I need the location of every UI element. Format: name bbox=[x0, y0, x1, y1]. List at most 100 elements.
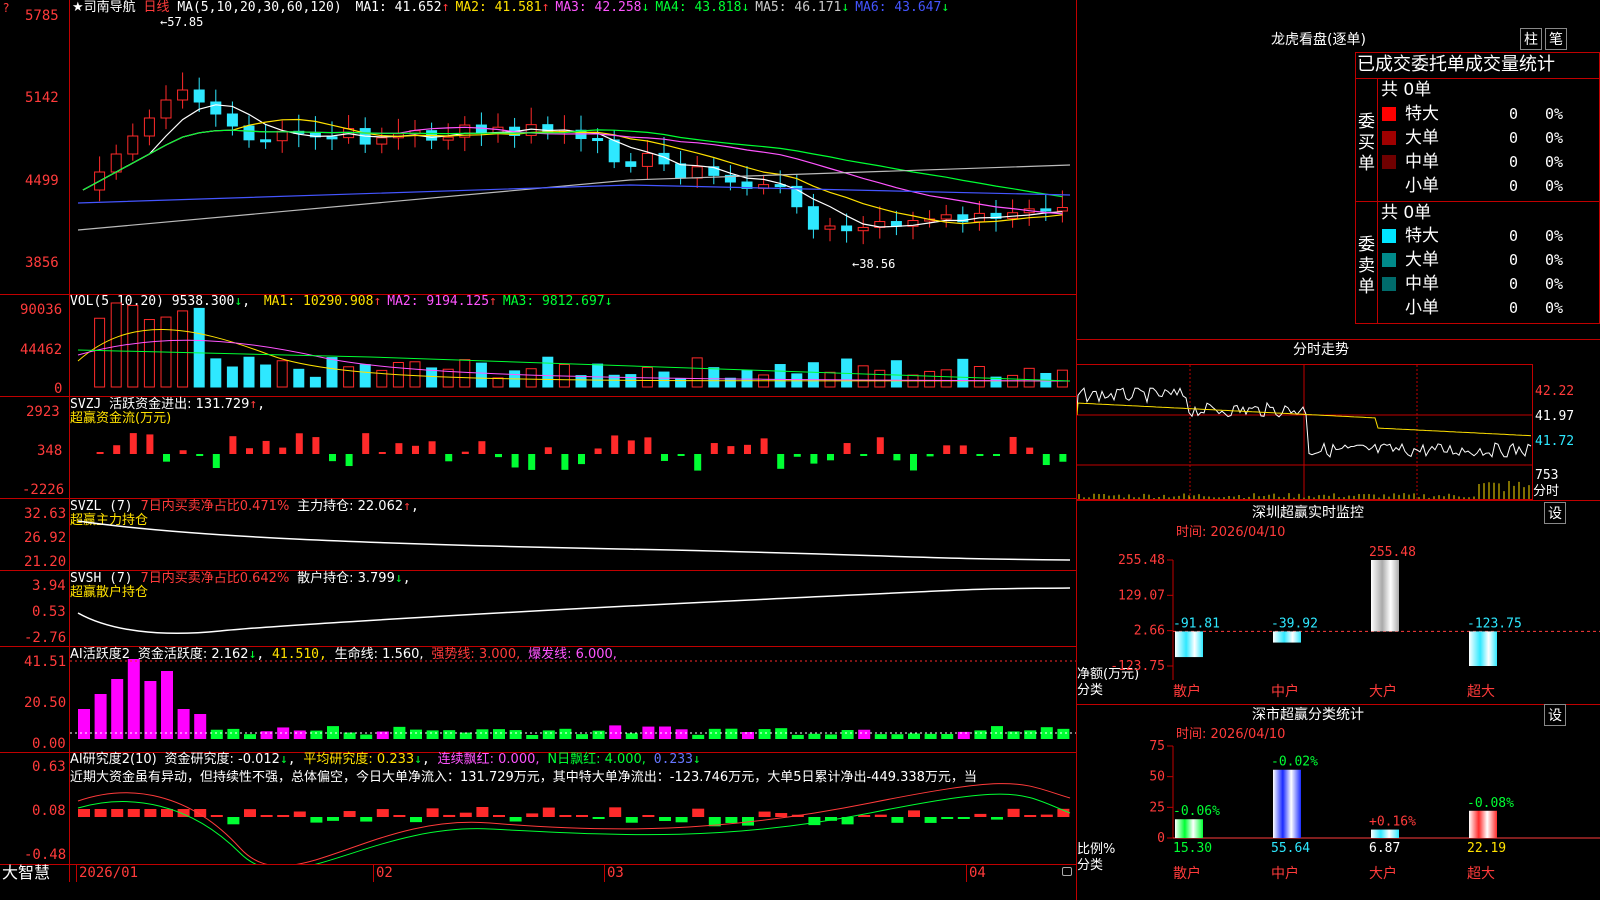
classify-ytick-label: 0 bbox=[1157, 831, 1165, 846]
flow-bar bbox=[1059, 454, 1067, 462]
research-bar bbox=[675, 817, 688, 823]
candle-body bbox=[210, 101, 222, 115]
vol-ma-line-1 bbox=[77, 329, 1071, 382]
buy-total: 共 0单 bbox=[1381, 80, 1432, 100]
activity-bar bbox=[144, 681, 157, 739]
activity-bar bbox=[1024, 730, 1037, 739]
ai2-tick-2: -0.48 bbox=[24, 847, 67, 863]
flow-bar bbox=[329, 454, 336, 462]
classify-change-0: -0.06% bbox=[1173, 804, 1220, 819]
classify-change-3: -0.08% bbox=[1467, 796, 1514, 811]
flow-bar bbox=[445, 454, 453, 462]
classify-title: 深市超赢分类统计 bbox=[1252, 707, 1364, 723]
order-stat-tabs[interactable]: 已成交委托单成交量统计 bbox=[1357, 54, 1600, 76]
activity-bar bbox=[957, 731, 970, 739]
activity-bar bbox=[825, 734, 837, 739]
flow-bar bbox=[362, 433, 370, 454]
research-bar bbox=[476, 807, 489, 817]
vol-ma-line-2 bbox=[77, 339, 1071, 382]
svzl-chart[interactable] bbox=[70, 499, 1076, 570]
candle-body bbox=[326, 136, 338, 140]
activity-bar bbox=[1057, 728, 1070, 739]
classify-chart[interactable]: 75 50 25 0 -0.06% 15.30 散户 -0.02% 55.64 中户 +0.16% 6… bbox=[1077, 740, 1600, 900]
volume-bar bbox=[1023, 367, 1035, 388]
classify-value-1: 55.64 bbox=[1271, 841, 1310, 856]
lock-icon[interactable] bbox=[1062, 867, 1072, 876]
flow-bar bbox=[146, 434, 154, 454]
research-bar bbox=[625, 817, 638, 823]
flow-bar bbox=[345, 454, 353, 467]
flow-bar bbox=[412, 445, 419, 454]
research-bar bbox=[874, 814, 887, 817]
activity-bar bbox=[592, 730, 605, 739]
vol-tick-2: 0 bbox=[54, 381, 63, 397]
candle-body bbox=[625, 161, 637, 167]
classify-settings-button[interactable]: 设 bbox=[1544, 704, 1566, 726]
volume-bar bbox=[177, 310, 189, 388]
candlestick-chart[interactable] bbox=[70, 0, 1076, 294]
intraday-chart[interactable] bbox=[1077, 365, 1532, 499]
research-bar bbox=[459, 812, 472, 817]
candle-body bbox=[160, 99, 172, 119]
svzj-tick-2: -2226 bbox=[22, 482, 65, 498]
intraday-tick-2: 41.72 bbox=[1535, 434, 1575, 449]
buy-swatch-3 bbox=[1382, 179, 1396, 193]
research-bar bbox=[443, 814, 456, 817]
bar-mode-button[interactable]: 柱 bbox=[1520, 28, 1542, 50]
intraday-vol-label: 分时 bbox=[1533, 484, 1560, 499]
activity-bar bbox=[625, 733, 638, 739]
monitor-value-1: -39.92 bbox=[1271, 616, 1318, 631]
monitor-category-0: 散户 bbox=[1173, 683, 1201, 700]
svsh-tick-0: 3.94 bbox=[32, 578, 66, 594]
volume-bar bbox=[210, 358, 222, 388]
monitor-chart[interactable]: 255.48 129.07 2.66 -123.75 -91.81 散户 -39.92 中户 2… bbox=[1077, 540, 1600, 702]
candle-body bbox=[442, 136, 454, 141]
candle-body bbox=[177, 89, 189, 101]
price-tick-3: 3856 bbox=[25, 255, 59, 271]
svzj-chart[interactable] bbox=[70, 397, 1076, 498]
research-bar bbox=[991, 817, 1003, 820]
volume-bar bbox=[459, 359, 471, 388]
classify-category-1: 中户 bbox=[1271, 865, 1299, 882]
sell-label-3: 小单 bbox=[1405, 298, 1439, 318]
volume-chart[interactable] bbox=[70, 295, 1076, 396]
candle-body bbox=[1056, 207, 1068, 212]
activity-bar bbox=[858, 729, 871, 739]
buy-swatch-2 bbox=[1382, 155, 1396, 169]
sell-swatch-3 bbox=[1382, 301, 1396, 315]
activity-bar bbox=[542, 730, 555, 739]
buy-swatch-0 bbox=[1382, 107, 1396, 121]
research-bar bbox=[127, 809, 140, 817]
activity-bar bbox=[576, 734, 588, 739]
activity-bar bbox=[675, 729, 688, 739]
monitor-settings-button[interactable]: 设 bbox=[1544, 502, 1566, 524]
research-bar bbox=[111, 809, 124, 817]
research-bar bbox=[725, 817, 738, 823]
sell-count-3: 0 bbox=[1509, 299, 1519, 317]
activity-bar bbox=[941, 733, 954, 739]
activity-bar bbox=[410, 729, 422, 739]
ai1-chart[interactable] bbox=[70, 647, 1076, 752]
brand-logo[interactable]: 大智慧 bbox=[2, 864, 50, 882]
ai2-chart[interactable] bbox=[70, 753, 1076, 864]
monitor-title: 深圳超赢实时监控 bbox=[1252, 505, 1364, 521]
monitor-bar-0 bbox=[1175, 631, 1203, 658]
activity-bar bbox=[327, 726, 339, 739]
activity-bar bbox=[310, 730, 323, 739]
volume-bar bbox=[293, 368, 305, 388]
activity-bar bbox=[841, 730, 854, 739]
flow-bar bbox=[295, 433, 303, 454]
research-bar bbox=[410, 817, 422, 823]
volume-bar bbox=[309, 376, 321, 388]
monitor-top-line bbox=[1076, 500, 1600, 501]
activity-bar bbox=[161, 671, 173, 739]
activity-bar bbox=[1007, 731, 1020, 739]
research-bar bbox=[194, 809, 207, 817]
svsh-chart[interactable] bbox=[70, 571, 1076, 646]
classify-top-line bbox=[1076, 704, 1600, 705]
pen-mode-button[interactable]: 笔 bbox=[1545, 28, 1567, 50]
flow-bar bbox=[843, 443, 851, 454]
buy-count-2: 0 bbox=[1509, 153, 1519, 171]
activity-bar bbox=[78, 709, 90, 739]
sell-swatch-2 bbox=[1382, 277, 1396, 291]
